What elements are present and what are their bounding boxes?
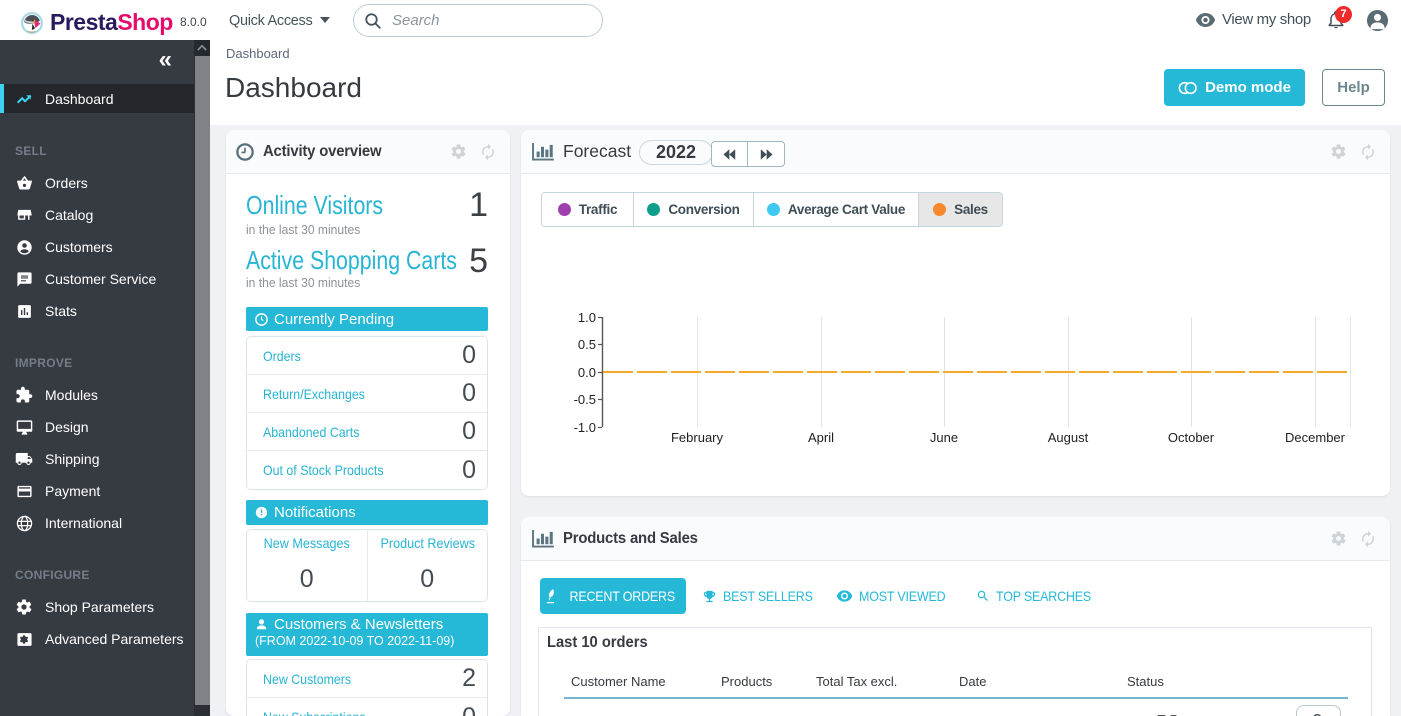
svg-text:0.5: 0.5 [578, 337, 596, 352]
svg-text:April: April [808, 430, 834, 445]
svg-text:October: October [1168, 430, 1215, 445]
svg-text:-1.0: -1.0 [574, 420, 596, 435]
svg-text:0.0: 0.0 [578, 365, 596, 380]
svg-text:1.0: 1.0 [578, 310, 596, 325]
svg-text:February: February [671, 430, 724, 445]
svg-text:August: August [1048, 430, 1089, 445]
svg-text:December: December [1285, 430, 1346, 445]
svg-text:June: June [930, 430, 958, 445]
svg-text:-0.5: -0.5 [574, 392, 596, 407]
